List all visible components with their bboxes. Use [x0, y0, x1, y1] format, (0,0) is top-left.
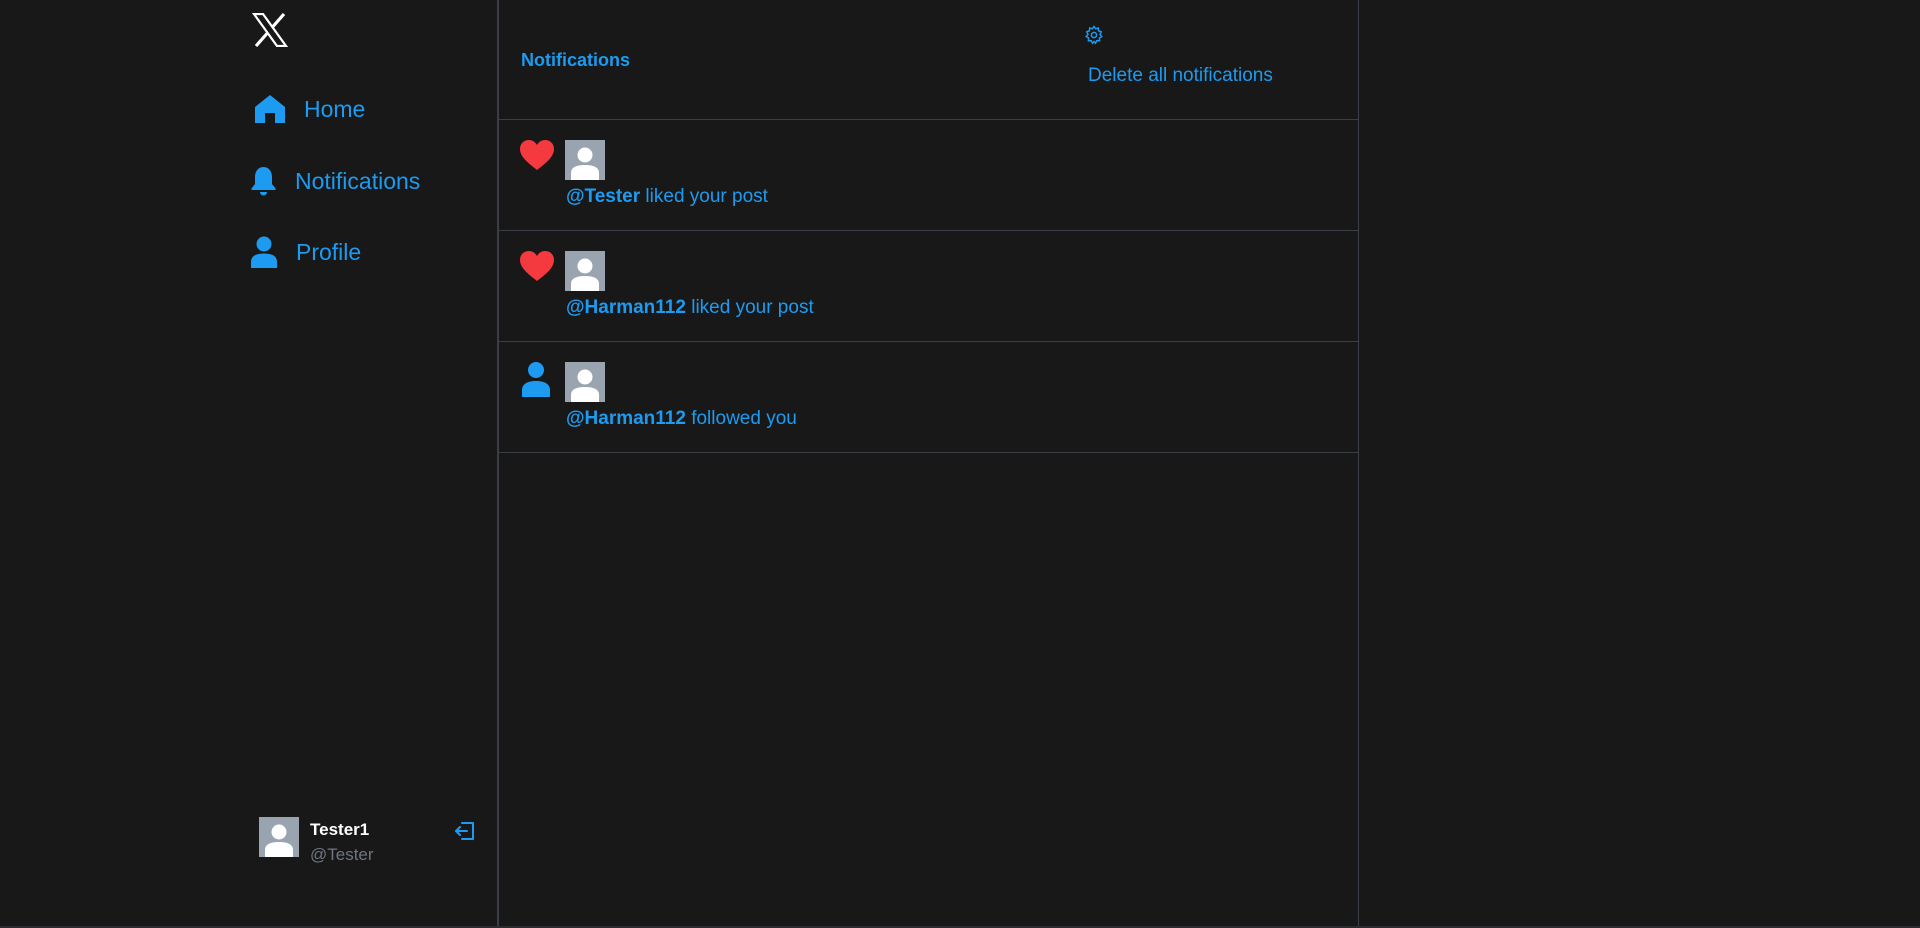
notifications-header: Notifications Delete all notifications: [499, 0, 1358, 120]
avatar[interactable]: [565, 251, 605, 291]
notification-item[interactable]: @Tester liked your post: [499, 120, 1358, 231]
notification-item[interactable]: @Harman112 liked your post: [499, 231, 1358, 342]
avatar[interactable]: [565, 140, 605, 180]
sidebar: Home Notifications Profile Tester1 @Test…: [0, 0, 499, 928]
nav-home[interactable]: Home: [254, 94, 365, 124]
avatar[interactable]: [565, 362, 605, 402]
nav-profile[interactable]: Profile: [250, 236, 361, 268]
user-display-name: Tester1: [310, 820, 370, 839]
user-icon: [521, 361, 551, 402]
x-logo-icon[interactable]: [251, 12, 289, 48]
notification-handle[interactable]: @Tester: [566, 186, 640, 207]
account-switcher[interactable]: Tester1 @Tester: [259, 817, 479, 864]
notification-action: liked your post: [685, 297, 814, 318]
nav-profile-label: Profile: [296, 238, 362, 265]
heart-icon: [519, 139, 555, 176]
notifications-panel: Notifications Delete all notifications @…: [499, 0, 1359, 928]
notification-text: @Harman112 liked your post: [566, 297, 814, 319]
bell-icon: [250, 166, 277, 196]
user-handle: @Tester: [310, 845, 374, 864]
heart-icon: [519, 250, 555, 287]
avatar: [259, 817, 299, 857]
notification-text: @Tester liked your post: [566, 186, 768, 208]
user-icon: [250, 236, 278, 268]
page-title: Notifications: [521, 50, 631, 70]
logout-icon[interactable]: [454, 820, 476, 847]
notification-text: @Harman112 followed you: [566, 408, 797, 430]
notification-handle[interactable]: @Harman112: [566, 408, 686, 429]
notification-action: followed you: [685, 408, 797, 429]
delete-all-button[interactable]: Delete all notifications: [1088, 65, 1273, 87]
nav-notifications[interactable]: Notifications: [250, 166, 420, 196]
notification-handle[interactable]: @Harman112: [566, 297, 686, 318]
notification-action: liked your post: [640, 186, 768, 207]
gear-icon[interactable]: [1084, 25, 1104, 50]
nav-notifications-label: Notifications: [295, 167, 421, 194]
notification-item[interactable]: @Harman112 followed you: [499, 342, 1358, 453]
nav-home-label: Home: [304, 95, 366, 122]
home-icon: [254, 94, 286, 124]
